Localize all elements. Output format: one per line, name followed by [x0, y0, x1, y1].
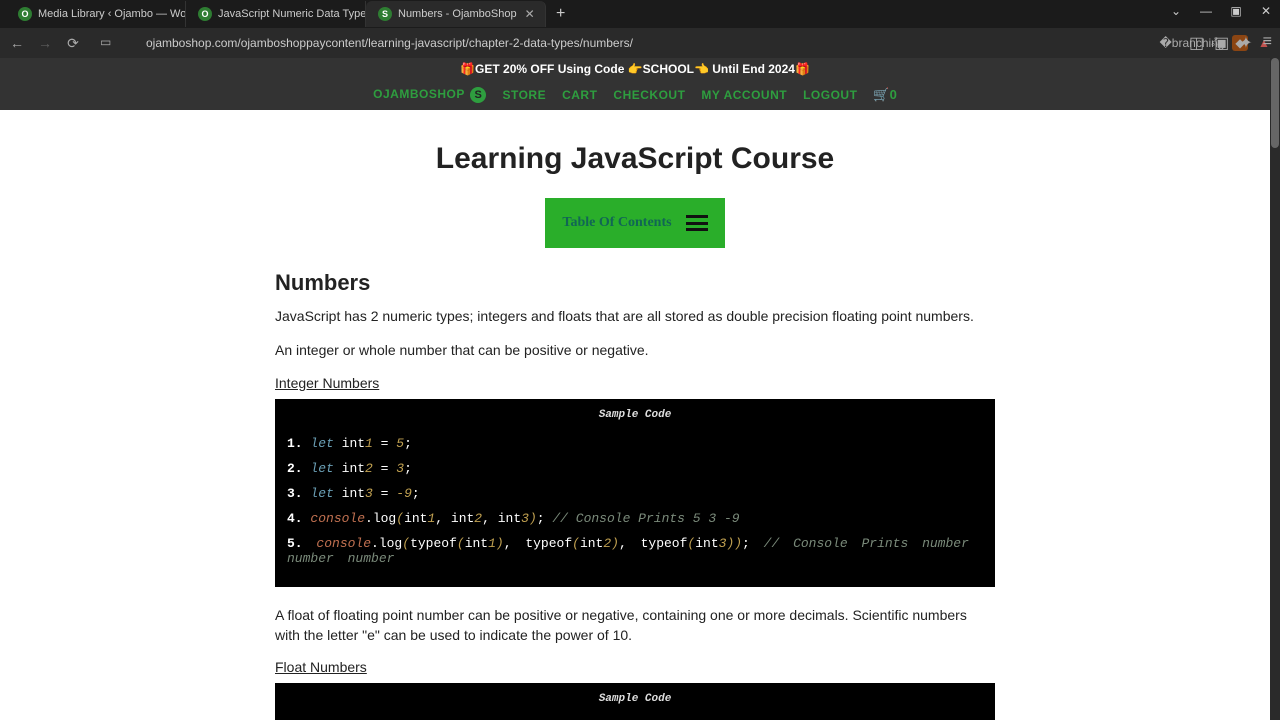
- sub-float-heading: Float Numbers: [275, 659, 995, 675]
- brand-logo-icon: S: [470, 87, 486, 103]
- page-scrollbar-thumb[interactable]: [1271, 58, 1279, 148]
- page-content: Learning JavaScript Course Table Of Cont…: [0, 110, 1270, 720]
- new-tab-button[interactable]: +: [546, 5, 575, 23]
- forward-button[interactable]: →: [36, 34, 54, 52]
- page-viewport: 🎁GET 20% OFF Using Code 👉SCHOOL👈 Until E…: [0, 58, 1270, 720]
- reload-button[interactable]: ⟳: [64, 34, 82, 52]
- toc-label: Table Of Contents: [562, 215, 671, 231]
- menu-icon[interactable]: ≡: [1263, 33, 1272, 53]
- browser-tab[interactable]: O Media Library ‹ Ojambo — Wo: [6, 1, 186, 27]
- tab-title: Media Library ‹ Ojambo — Wo: [38, 8, 186, 20]
- nav-brand-label: OJAMBOSHOP: [373, 87, 464, 101]
- nav-checkout[interactable]: CHECKOUT: [613, 88, 685, 102]
- favicon-icon: S: [378, 7, 392, 21]
- code-title: Sample Code: [287, 405, 983, 431]
- toc-button[interactable]: Table Of Contents: [545, 198, 725, 248]
- url-text: ojamboshop.com/ojamboshoppaycontent/lear…: [146, 36, 633, 50]
- nav-account[interactable]: MY ACCOUNT: [701, 88, 787, 102]
- chevron-down-icon[interactable]: ⌄: [1166, 4, 1186, 18]
- browser-tab-active[interactable]: S Numbers - OjamboShop ✕: [366, 1, 546, 27]
- minimize-button[interactable]: —: [1196, 4, 1216, 18]
- code-block-float: Sample Code 1. let float1 = 5.0; 2. let …: [275, 683, 995, 720]
- intro-paragraph-2: An integer or whole number that can be p…: [275, 340, 995, 360]
- sub-integer-heading: Integer Numbers: [275, 375, 995, 391]
- browser-tab-strip: O Media Library ‹ Ojambo — Wo O JavaScri…: [0, 0, 1280, 28]
- address-bar[interactable]: ▭ ojamboshop.com/ojamboshoppaycontent/le…: [92, 35, 1174, 51]
- code-line: 1. let float1 = 5.0;: [287, 715, 983, 720]
- tab-title: Numbers - OjamboShop: [398, 8, 517, 20]
- favicon-icon: O: [198, 7, 212, 21]
- site-top-nav: OJAMBOSHOP S STORE CART CHECKOUT MY ACCO…: [0, 80, 1270, 110]
- tools-icon[interactable]: ✦: [1239, 33, 1252, 53]
- intro-paragraph-1: JavaScript has 2 numeric types; integers…: [275, 306, 995, 326]
- page-scrollbar-track[interactable]: [1270, 58, 1280, 720]
- code-line: 1. let int1 = 5;: [287, 431, 983, 456]
- code-block-integer: Sample Code 1. let int1 = 5; 2. let int2…: [275, 399, 995, 587]
- cart-count: 0: [890, 87, 897, 102]
- code-line: 5. console.log(typeof(int1), typeof(int2…: [287, 531, 983, 571]
- tab-title: JavaScript Numeric Data Type: [218, 8, 366, 20]
- nav-brand[interactable]: OJAMBOSHOP S: [373, 87, 486, 103]
- favicon-icon: O: [18, 7, 32, 21]
- nav-logout[interactable]: LOGOUT: [803, 88, 857, 102]
- page-info-icon[interactable]: ▭: [100, 35, 116, 51]
- maximize-button[interactable]: ▣: [1226, 4, 1246, 18]
- promo-banner: 🎁GET 20% OFF Using Code 👉SCHOOL👈 Until E…: [0, 58, 1270, 80]
- browser-tab[interactable]: O JavaScript Numeric Data Type: [186, 1, 366, 27]
- sidebar-icon[interactable]: ◫: [1189, 33, 1204, 53]
- code-title: Sample Code: [287, 689, 983, 715]
- code-line: 2. let int2 = 3;: [287, 456, 983, 481]
- extensions-icon[interactable]: ▣: [1214, 33, 1229, 53]
- back-button[interactable]: ←: [8, 34, 26, 52]
- close-tab-icon[interactable]: ✕: [525, 7, 535, 21]
- close-window-button[interactable]: ✕: [1256, 4, 1276, 18]
- code-line: 4. console.log(int1, int2, int3); // Con…: [287, 506, 983, 531]
- promo-text: 🎁GET 20% OFF Using Code 👉SCHOOL👈 Until E…: [460, 62, 810, 76]
- float-paragraph: A float of floating point number can be …: [275, 605, 995, 646]
- nav-cart[interactable]: CART: [562, 88, 597, 102]
- browser-nav-bar: ← → ⟳ ▭ ojamboshop.com/ojamboshoppaycont…: [0, 28, 1280, 58]
- section-heading: Numbers: [275, 270, 995, 296]
- cart-icon[interactable]: 🛒0: [873, 87, 896, 103]
- code-line: 3. let int3 = -9;: [287, 481, 983, 506]
- hamburger-icon: [686, 215, 708, 231]
- course-title: Learning JavaScript Course: [0, 142, 1270, 176]
- nav-store[interactable]: STORE: [502, 88, 546, 102]
